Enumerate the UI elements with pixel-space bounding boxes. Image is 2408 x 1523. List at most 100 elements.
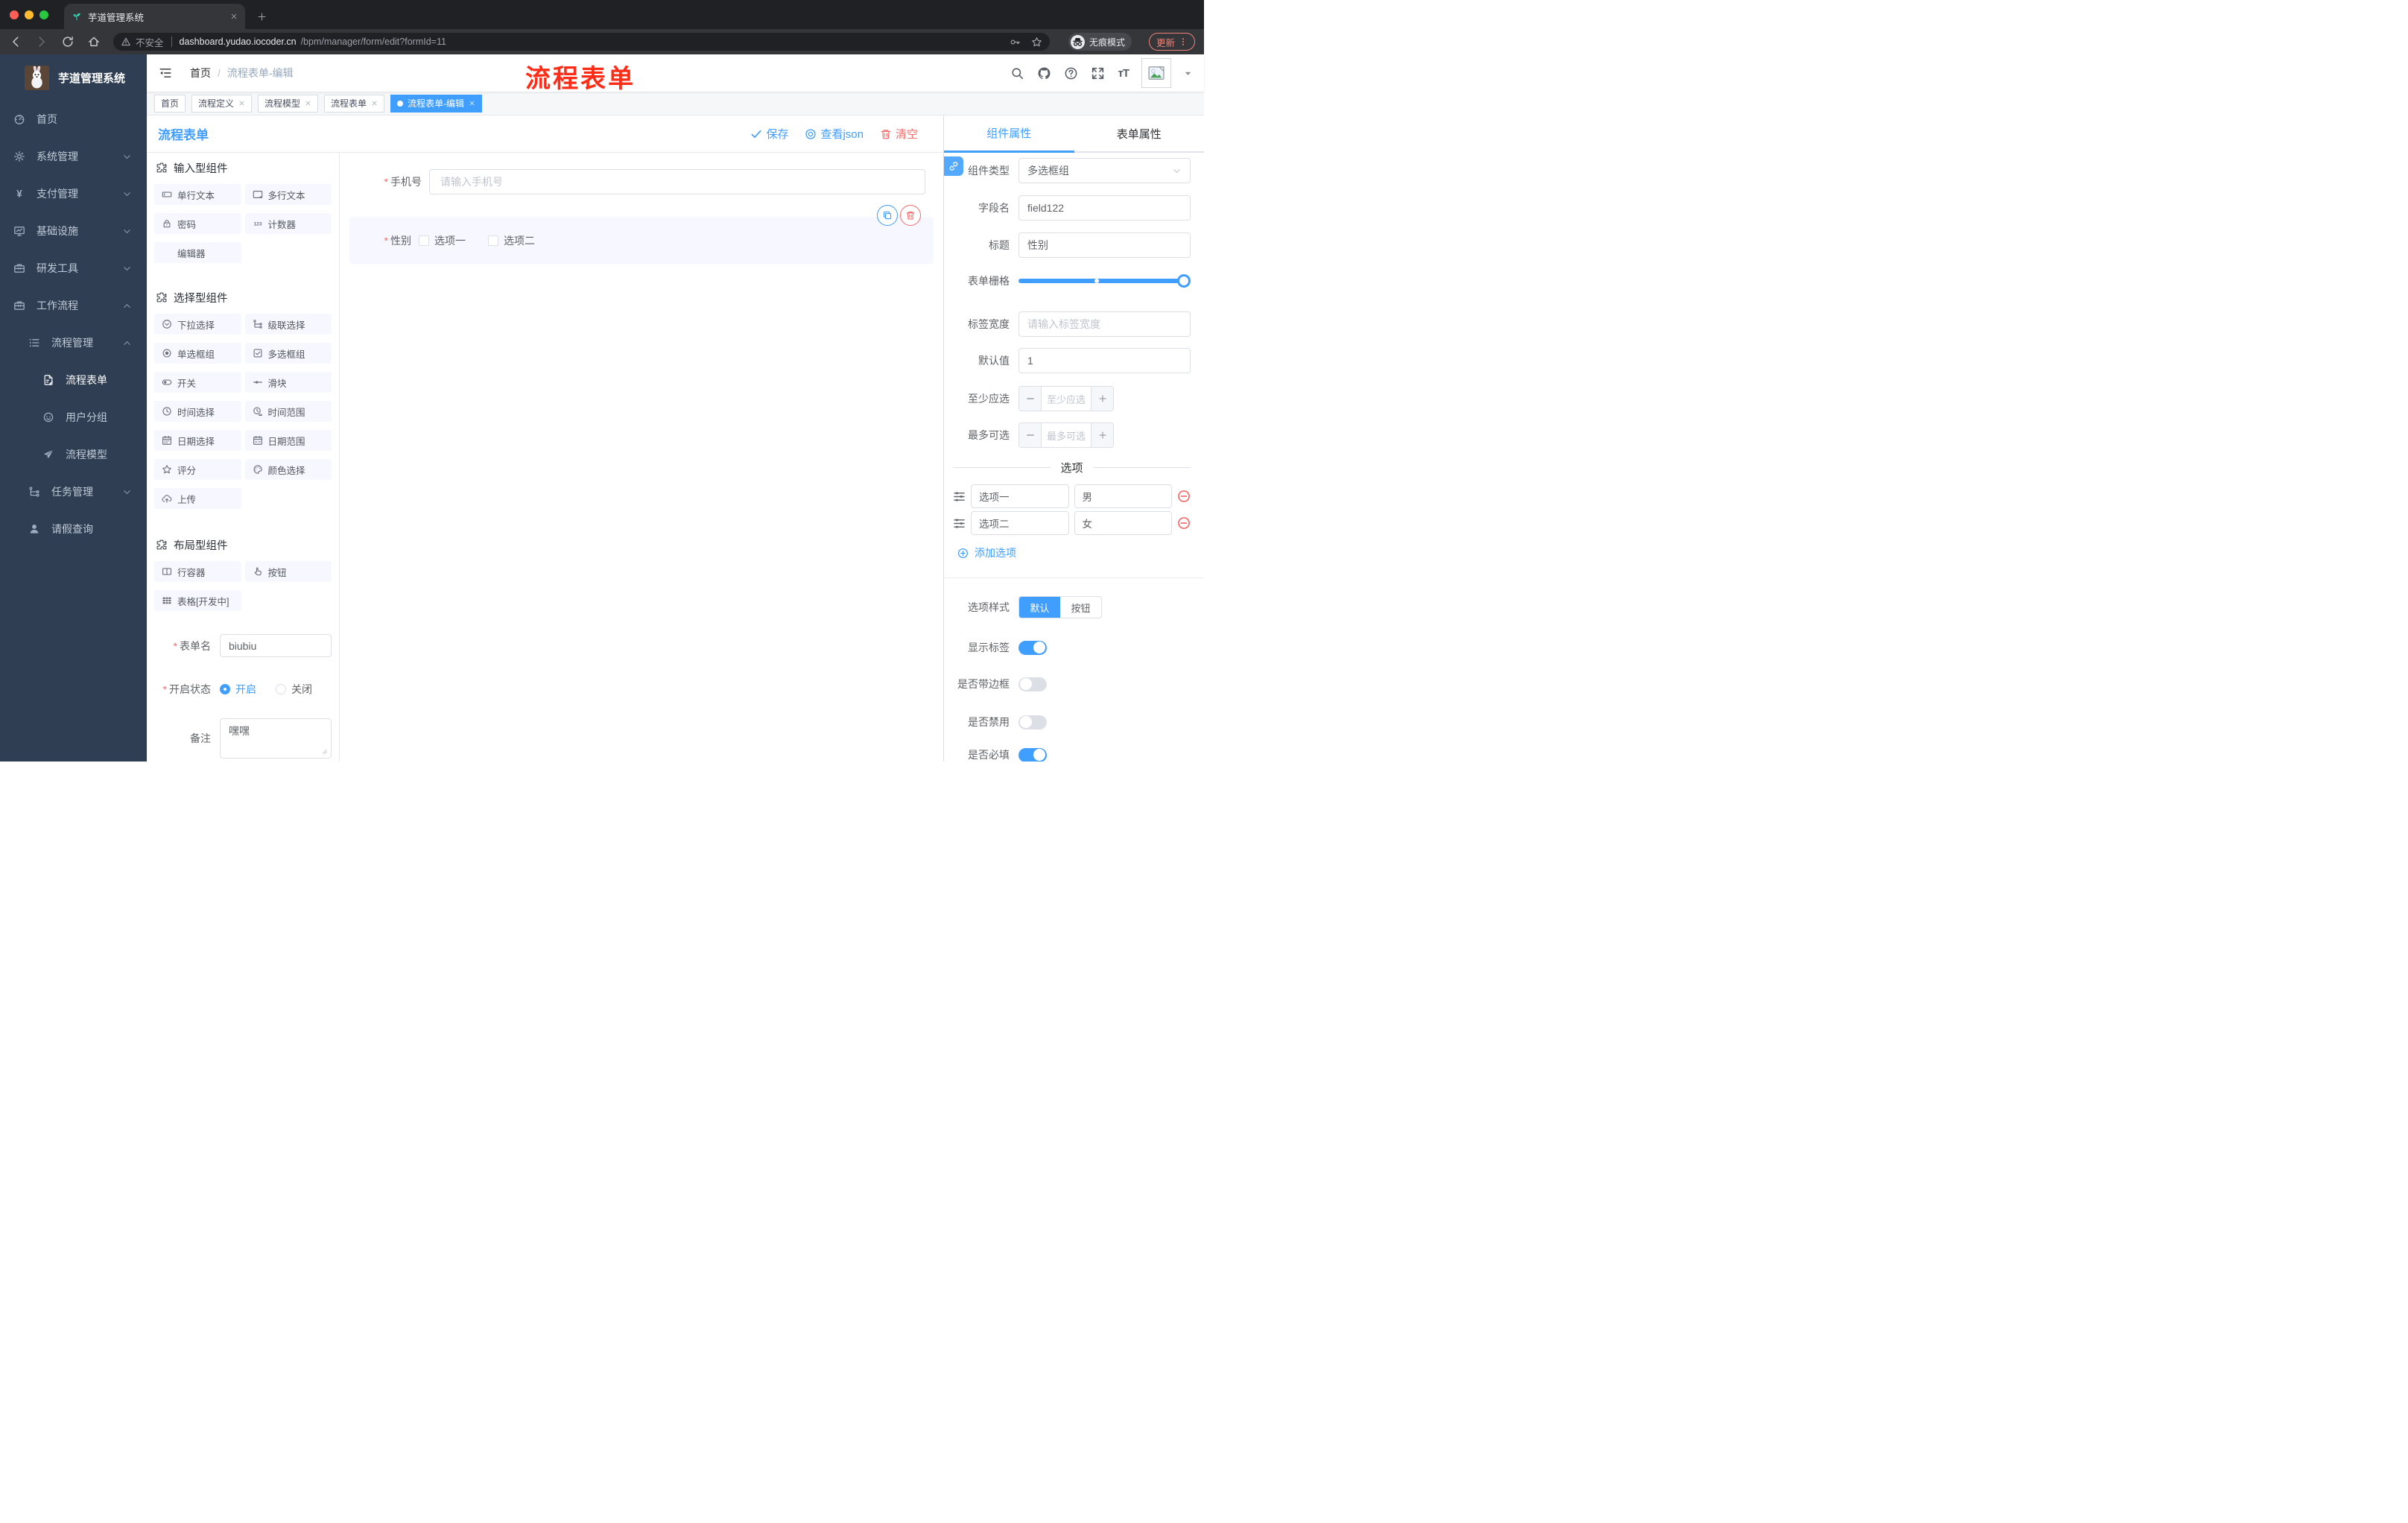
minimize-window-button[interactable] bbox=[25, 10, 34, 19]
stepper-minus-button[interactable] bbox=[1019, 387, 1042, 411]
remove-option-icon[interactable] bbox=[1177, 516, 1191, 530]
gender-option-2[interactable]: 选项二 bbox=[488, 233, 535, 248]
canvas-field-phone[interactable]: * 手机号 请输入手机号 bbox=[358, 169, 925, 194]
stepper-plus-button[interactable] bbox=[1091, 387, 1113, 411]
component-input[interactable]: 单行文本 bbox=[154, 184, 241, 205]
resize-handle-icon[interactable] bbox=[322, 749, 329, 756]
close-window-button[interactable] bbox=[10, 10, 19, 19]
option-label-input[interactable]: 选项二 bbox=[971, 511, 1069, 535]
status-radio-on[interactable]: 开启 bbox=[220, 682, 256, 697]
back-button[interactable] bbox=[9, 35, 22, 48]
address-bar[interactable]: 不安全 dashboard.yudao.iocoder.cn /bpm/mana… bbox=[113, 33, 1050, 51]
duplicate-field-button[interactable] bbox=[877, 205, 898, 226]
component-editor[interactable]: 编辑器 bbox=[154, 242, 241, 263]
tab-component-props[interactable]: 组件属性 bbox=[944, 115, 1074, 153]
github-icon[interactable] bbox=[1037, 66, 1051, 80]
tag-close-icon[interactable] bbox=[469, 100, 475, 107]
field-name-input[interactable]: field122 bbox=[1018, 195, 1191, 221]
save-button[interactable]: 保存 bbox=[750, 126, 788, 142]
search-icon[interactable] bbox=[1010, 66, 1024, 80]
component-date[interactable]: 日期选择 bbox=[154, 430, 241, 451]
breadcrumb-home[interactable]: 首页 bbox=[190, 66, 211, 80]
clear-button[interactable]: 清空 bbox=[880, 126, 918, 142]
component-table[interactable]: 表格[开发中] bbox=[154, 590, 241, 611]
component-counter[interactable]: 123 计数器 bbox=[244, 213, 332, 234]
zoom-window-button[interactable] bbox=[39, 10, 48, 19]
delete-field-button[interactable] bbox=[900, 205, 921, 226]
remove-option-icon[interactable] bbox=[1177, 490, 1191, 503]
component-select[interactable]: 下拉选择 bbox=[154, 314, 241, 335]
component-type-select[interactable]: 多选框组 bbox=[1018, 158, 1191, 183]
tag-close-icon[interactable] bbox=[371, 100, 378, 107]
checkbox-icon[interactable] bbox=[419, 235, 429, 246]
panel-collapse-chip[interactable] bbox=[944, 156, 963, 176]
fullscreen-icon[interactable] bbox=[1091, 66, 1105, 80]
add-option-button[interactable]: 添加选项 bbox=[957, 545, 1191, 560]
new-tab-button[interactable] bbox=[257, 12, 267, 22]
tag-4[interactable]: 流程表单 bbox=[324, 94, 385, 113]
component-hand[interactable]: 按钮 bbox=[244, 561, 332, 582]
option-label-input[interactable]: 选项一 bbox=[971, 484, 1069, 508]
avatar-caret-down-icon[interactable] bbox=[1184, 69, 1192, 77]
component-star[interactable]: 评分 bbox=[154, 459, 241, 480]
font-size-icon[interactable]: тT bbox=[1118, 67, 1129, 80]
sidebar-item-3[interactable]: ¥ 支付管理 bbox=[0, 175, 147, 212]
form-grid-slider[interactable] bbox=[1018, 274, 1191, 288]
hamburger-icon[interactable] bbox=[159, 66, 172, 80]
sidebar-item-12[interactable]: 请假查询 bbox=[0, 510, 147, 548]
home-button[interactable] bbox=[87, 35, 101, 48]
tag-1[interactable]: 首页 bbox=[154, 94, 186, 113]
browser-tab[interactable]: 芋道管理系统 bbox=[64, 4, 245, 29]
status-radio-off[interactable]: 关闭 bbox=[276, 682, 312, 697]
tag-3[interactable]: 流程模型 bbox=[258, 94, 319, 113]
style-option-2[interactable]: 按钮 bbox=[1060, 597, 1101, 618]
max-checked-input[interactable]: 最多可选 bbox=[1042, 423, 1091, 447]
sidebar-item-8[interactable]: 流程表单 bbox=[0, 361, 147, 399]
window-controls[interactable] bbox=[0, 0, 58, 29]
min-checked-input[interactable]: 至少应选 bbox=[1042, 387, 1091, 411]
form-canvas[interactable]: * 手机号 请输入手机号 * 性别 选项一 选项二 bbox=[340, 153, 943, 762]
help-icon[interactable] bbox=[1064, 66, 1078, 80]
toggle-switch[interactable] bbox=[1018, 715, 1047, 729]
stepper-plus-button[interactable] bbox=[1091, 423, 1113, 447]
component-switch[interactable]: 开关 bbox=[154, 372, 241, 393]
sidebar-item-4[interactable]: 基础设施 bbox=[0, 212, 147, 250]
toggle-switch[interactable] bbox=[1018, 640, 1047, 655]
stepper-minus-button[interactable] bbox=[1019, 423, 1042, 447]
password-key-icon[interactable] bbox=[1010, 37, 1021, 48]
sidebar-item-11[interactable]: 任务管理 bbox=[0, 473, 147, 510]
component-lock[interactable]: 密码 bbox=[154, 213, 241, 234]
sidebar-item-10[interactable]: 流程模型 bbox=[0, 436, 147, 473]
drag-handle-icon[interactable] bbox=[953, 490, 966, 503]
component-time-range[interactable]: 时间范围 bbox=[244, 401, 332, 422]
sidebar-item-1[interactable]: 首页 bbox=[0, 101, 147, 138]
component-cascade[interactable]: 级联选择 bbox=[244, 314, 332, 335]
label-width-input[interactable]: 请输入标签宽度 bbox=[1018, 311, 1191, 337]
option-value-input[interactable]: 女 bbox=[1074, 511, 1172, 535]
form-name-input[interactable]: biubiu bbox=[220, 634, 332, 657]
sidebar-item-2[interactable]: 系统管理 bbox=[0, 138, 147, 175]
view-json-button[interactable]: 查看json bbox=[805, 126, 864, 142]
tag-close-icon[interactable] bbox=[305, 100, 311, 107]
form-remark-textarea[interactable]: 嘿嘿 bbox=[220, 718, 332, 759]
tag-2[interactable]: 流程定义 bbox=[191, 94, 253, 113]
component-slider[interactable]: 滑块 bbox=[244, 372, 332, 393]
reload-button[interactable] bbox=[61, 35, 75, 48]
forward-button[interactable] bbox=[35, 35, 48, 48]
component-date-range[interactable]: 日期范围 bbox=[244, 430, 332, 451]
toggle-switch[interactable] bbox=[1018, 747, 1047, 762]
sidebar-item-7[interactable]: 流程管理 bbox=[0, 324, 147, 361]
sidebar-item-9[interactable]: 用户分组 bbox=[0, 399, 147, 436]
toggle-switch[interactable] bbox=[1018, 677, 1047, 691]
drag-handle-icon[interactable] bbox=[953, 517, 966, 530]
component-textarea[interactable]: 多行文本 bbox=[244, 184, 332, 205]
tag-5[interactable]: 流程表单-编辑 bbox=[390, 94, 483, 113]
slider-handle[interactable] bbox=[1177, 274, 1191, 288]
sidebar-item-5[interactable]: 研发工具 bbox=[0, 250, 147, 287]
gender-option-1[interactable]: 选项一 bbox=[419, 233, 466, 248]
tab-form-props[interactable]: 表单属性 bbox=[1074, 115, 1204, 153]
style-option-1[interactable]: 默认 bbox=[1019, 597, 1060, 618]
tag-close-icon[interactable] bbox=[238, 100, 245, 107]
browser-update-button[interactable]: 更新 bbox=[1148, 33, 1195, 51]
component-upload[interactable]: 上传 bbox=[154, 488, 241, 509]
